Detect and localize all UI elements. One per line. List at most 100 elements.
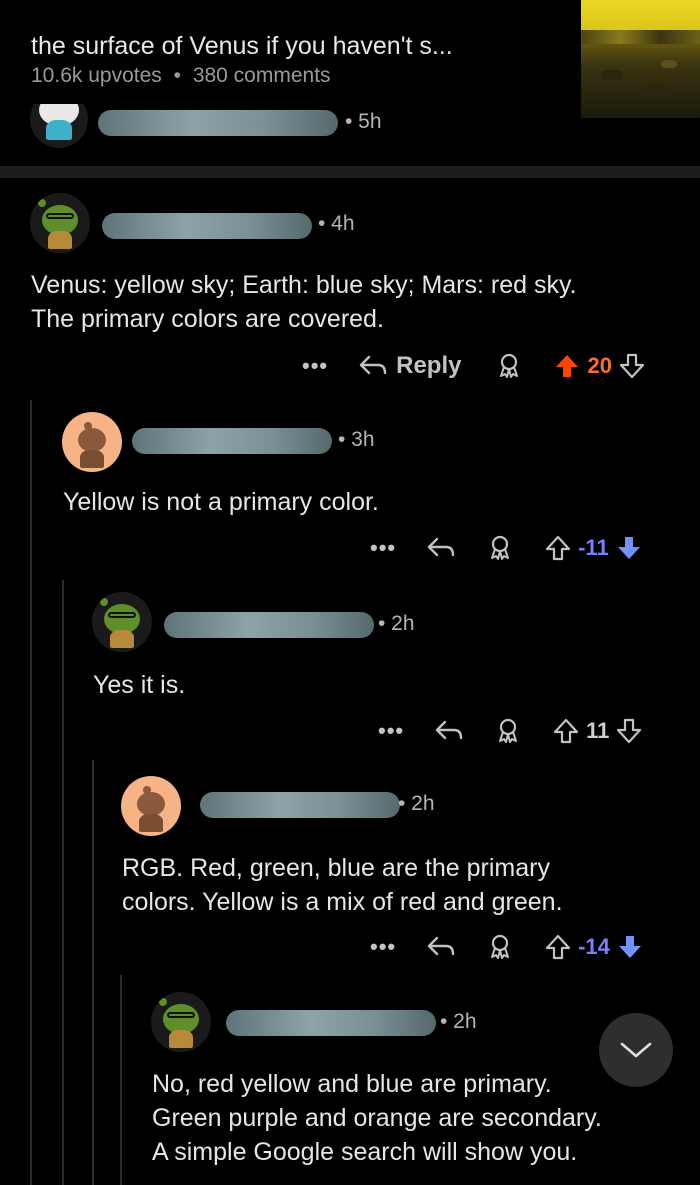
award-icon: [491, 535, 510, 560]
upvote-arrow-icon: [546, 934, 571, 960]
section-divider: [0, 166, 700, 178]
comment-line: colors. Yellow is a mix of red and green…: [122, 888, 563, 916]
comment-time: • 3h: [338, 428, 375, 451]
reply-button[interactable]: [426, 535, 456, 561]
avatar-body: [110, 630, 134, 648]
avatar-head: [137, 792, 165, 816]
downvote-arrow-icon: [617, 718, 642, 744]
avatar-antenna: [159, 998, 167, 1006]
avatar[interactable]: [30, 104, 88, 148]
post-thumbnail[interactable]: [581, 0, 700, 118]
avatar[interactable]: [92, 592, 152, 652]
award-button[interactable]: [486, 933, 514, 961]
reply-label: Reply: [396, 352, 462, 379]
award-icon: [500, 353, 519, 378]
upvote-arrow-icon: [554, 718, 579, 744]
comment-time: • 2h: [440, 1010, 477, 1033]
avatar[interactable]: [62, 412, 122, 472]
reply-button[interactable]: [434, 718, 464, 744]
post-meta: 10.6k upvotes • 380 comments: [31, 64, 331, 88]
thumbnail-horizon: [581, 30, 700, 44]
more-dots-icon[interactable]: •••: [378, 718, 404, 744]
award-icon: [499, 718, 518, 743]
comment-actions: ••• -11: [370, 530, 643, 566]
post-header[interactable]: the surface of Venus if you haven't s...…: [0, 0, 700, 168]
upvote-arrow-icon: [546, 535, 571, 561]
reply-arrow-icon: [427, 537, 455, 557]
scroll-down-button[interactable]: [599, 1013, 673, 1087]
post-title[interactable]: the surface of Venus if you haven't s...: [31, 32, 453, 61]
comment-time: • 2h: [378, 612, 415, 635]
username-redacted: [132, 428, 332, 454]
score: -11: [578, 535, 609, 560]
meta-separator: •: [173, 64, 181, 87]
reply-button[interactable]: Reply: [358, 352, 461, 380]
thread-line: [92, 760, 94, 1185]
downvote-button[interactable]: [616, 933, 644, 961]
award-button[interactable]: [486, 534, 514, 562]
username-redacted: [200, 792, 400, 818]
downvote-button[interactable]: [618, 352, 646, 380]
comment-time: • 5h: [345, 110, 382, 133]
avatar-body: [80, 450, 104, 468]
username-redacted: [102, 213, 312, 239]
avatar-glasses: [167, 1012, 195, 1018]
reply-button[interactable]: [426, 934, 456, 960]
comment-count: 380 comments: [192, 64, 331, 87]
comment-time: • 4h: [318, 212, 355, 235]
reply-arrow-icon: [359, 355, 387, 375]
avatar-glasses: [46, 213, 74, 219]
more-dots-icon[interactable]: •••: [370, 535, 396, 561]
avatar-antenna: [100, 598, 108, 606]
thread-line: [120, 975, 122, 1185]
avatar-body: [46, 120, 72, 140]
avatar-antenna: [38, 199, 46, 207]
comment-line: RGB. Red, green, blue are the primary: [122, 854, 550, 882]
chevron-down-icon: [620, 1042, 652, 1058]
comment-line: Venus: yellow sky; Earth: blue sky; Mars…: [31, 271, 577, 299]
comment-line: Green purple and orange are secondary.: [152, 1104, 602, 1132]
username-redacted: [98, 110, 338, 136]
avatar-head: [78, 428, 106, 452]
avatar-body: [139, 814, 163, 832]
reply-arrow-icon: [435, 720, 463, 740]
award-button[interactable]: [495, 352, 523, 380]
upvote-arrow-icon: [556, 355, 579, 377]
upvote-button[interactable]: [544, 534, 572, 562]
thumbnail-rock: [641, 85, 671, 97]
downvote-arrow-icon: [618, 936, 641, 958]
comment-actions: ••• -14: [370, 929, 644, 965]
more-dots-icon[interactable]: •••: [302, 353, 328, 379]
username-redacted: [226, 1010, 436, 1036]
thumbnail-rock: [661, 60, 677, 68]
comment-line: Yellow is not a primary color.: [63, 488, 379, 516]
avatar[interactable]: [151, 992, 211, 1052]
downvote-arrow-icon: [619, 353, 645, 379]
username-redacted: [164, 612, 374, 638]
downvote-button[interactable]: [615, 717, 643, 745]
downvote-arrow-icon: [617, 537, 640, 559]
award-button[interactable]: [494, 717, 522, 745]
upvote-count: 10.6k upvotes: [31, 64, 162, 87]
award-icon: [491, 934, 510, 959]
avatar-glasses: [108, 612, 136, 618]
reply-arrow-icon: [427, 936, 455, 956]
avatar[interactable]: [121, 776, 181, 836]
upvote-button[interactable]: [553, 352, 581, 380]
comment-body: Venus: yellow sky; Earth: blue sky; Mars…: [31, 268, 577, 336]
thread-line: [62, 580, 64, 1185]
comment-line: A simple Google search will show you.: [152, 1138, 578, 1166]
comment-line: No, red yellow and blue are primary.: [152, 1070, 552, 1098]
score: 11: [586, 718, 610, 743]
upvote-button[interactable]: [552, 717, 580, 745]
comment-actions: ••• Reply 20: [302, 348, 646, 384]
thread-line: [30, 400, 32, 1185]
comment-body: RGB. Red, green, blue are the primary co…: [122, 851, 563, 919]
thumbnail-rock: [601, 70, 623, 80]
upvote-button[interactable]: [544, 933, 572, 961]
avatar[interactable]: [30, 193, 90, 253]
comment-body: No, red yellow and blue are primary. Gre…: [152, 1067, 602, 1169]
more-dots-icon[interactable]: •••: [370, 934, 396, 960]
comment-time: • 2h: [398, 792, 435, 815]
downvote-button[interactable]: [615, 534, 643, 562]
